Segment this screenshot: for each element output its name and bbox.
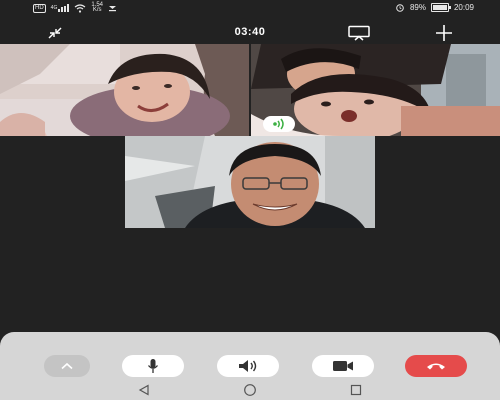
notification-icon bbox=[109, 5, 117, 11]
clock: 20:09 bbox=[453, 3, 474, 12]
alarm-icon bbox=[396, 4, 404, 12]
network-speed-unit: K/s bbox=[92, 7, 102, 13]
hd-icon: HD bbox=[33, 3, 46, 13]
add-icon bbox=[436, 25, 452, 41]
camera-button[interactable] bbox=[312, 355, 374, 377]
video-camera-icon bbox=[333, 361, 353, 371]
chevron-up-icon bbox=[61, 362, 73, 370]
system-navigation-bar bbox=[0, 380, 500, 400]
battery-icon bbox=[430, 3, 451, 12]
wifi-icon bbox=[74, 3, 86, 13]
microphone-button[interactable] bbox=[122, 355, 184, 377]
home-icon bbox=[244, 384, 256, 396]
participant-video-top-left[interactable] bbox=[0, 44, 249, 136]
status-bar-right: 89% 20:09 bbox=[395, 3, 474, 12]
nav-recents-button[interactable] bbox=[344, 382, 368, 398]
cast-button[interactable] bbox=[343, 22, 375, 44]
participant-video-bottom-center[interactable] bbox=[125, 136, 375, 228]
hang-up-button[interactable] bbox=[405, 355, 467, 377]
speaker-button[interactable] bbox=[217, 355, 279, 377]
collapse-controls-button[interactable] bbox=[44, 355, 90, 377]
microphone-icon bbox=[147, 359, 159, 373]
speaking-icon bbox=[273, 118, 284, 130]
participant-video-frame bbox=[0, 44, 249, 136]
battery-fill bbox=[432, 5, 447, 10]
cast-icon bbox=[348, 25, 370, 41]
network-speed: 1.54 K/s bbox=[91, 2, 103, 13]
network-type-label: 4G bbox=[50, 5, 58, 11]
call-timer: 03:40 bbox=[234, 26, 266, 38]
speaking-indicator bbox=[263, 116, 295, 132]
call-header: 03:40 bbox=[0, 22, 500, 44]
signal-group: 4G bbox=[51, 4, 70, 12]
video-call-screen: HD 4G 1.54 K/s 89% 20:09 03:40 bbox=[0, 0, 500, 400]
back-icon bbox=[138, 384, 149, 396]
signal-icon bbox=[58, 4, 70, 12]
add-participant-button[interactable] bbox=[428, 22, 460, 44]
status-bar-left: HD 4G 1.54 K/s bbox=[33, 2, 117, 13]
participant-video-frame bbox=[125, 136, 375, 228]
nav-home-button[interactable] bbox=[238, 382, 262, 398]
speaker-icon bbox=[239, 360, 257, 372]
nav-back-button[interactable] bbox=[132, 382, 156, 398]
hang-up-icon bbox=[427, 363, 445, 370]
battery-percent: 89% bbox=[409, 3, 426, 12]
status-bar: HD 4G 1.54 K/s 89% 20:09 bbox=[0, 0, 500, 16]
recents-icon bbox=[350, 384, 362, 396]
